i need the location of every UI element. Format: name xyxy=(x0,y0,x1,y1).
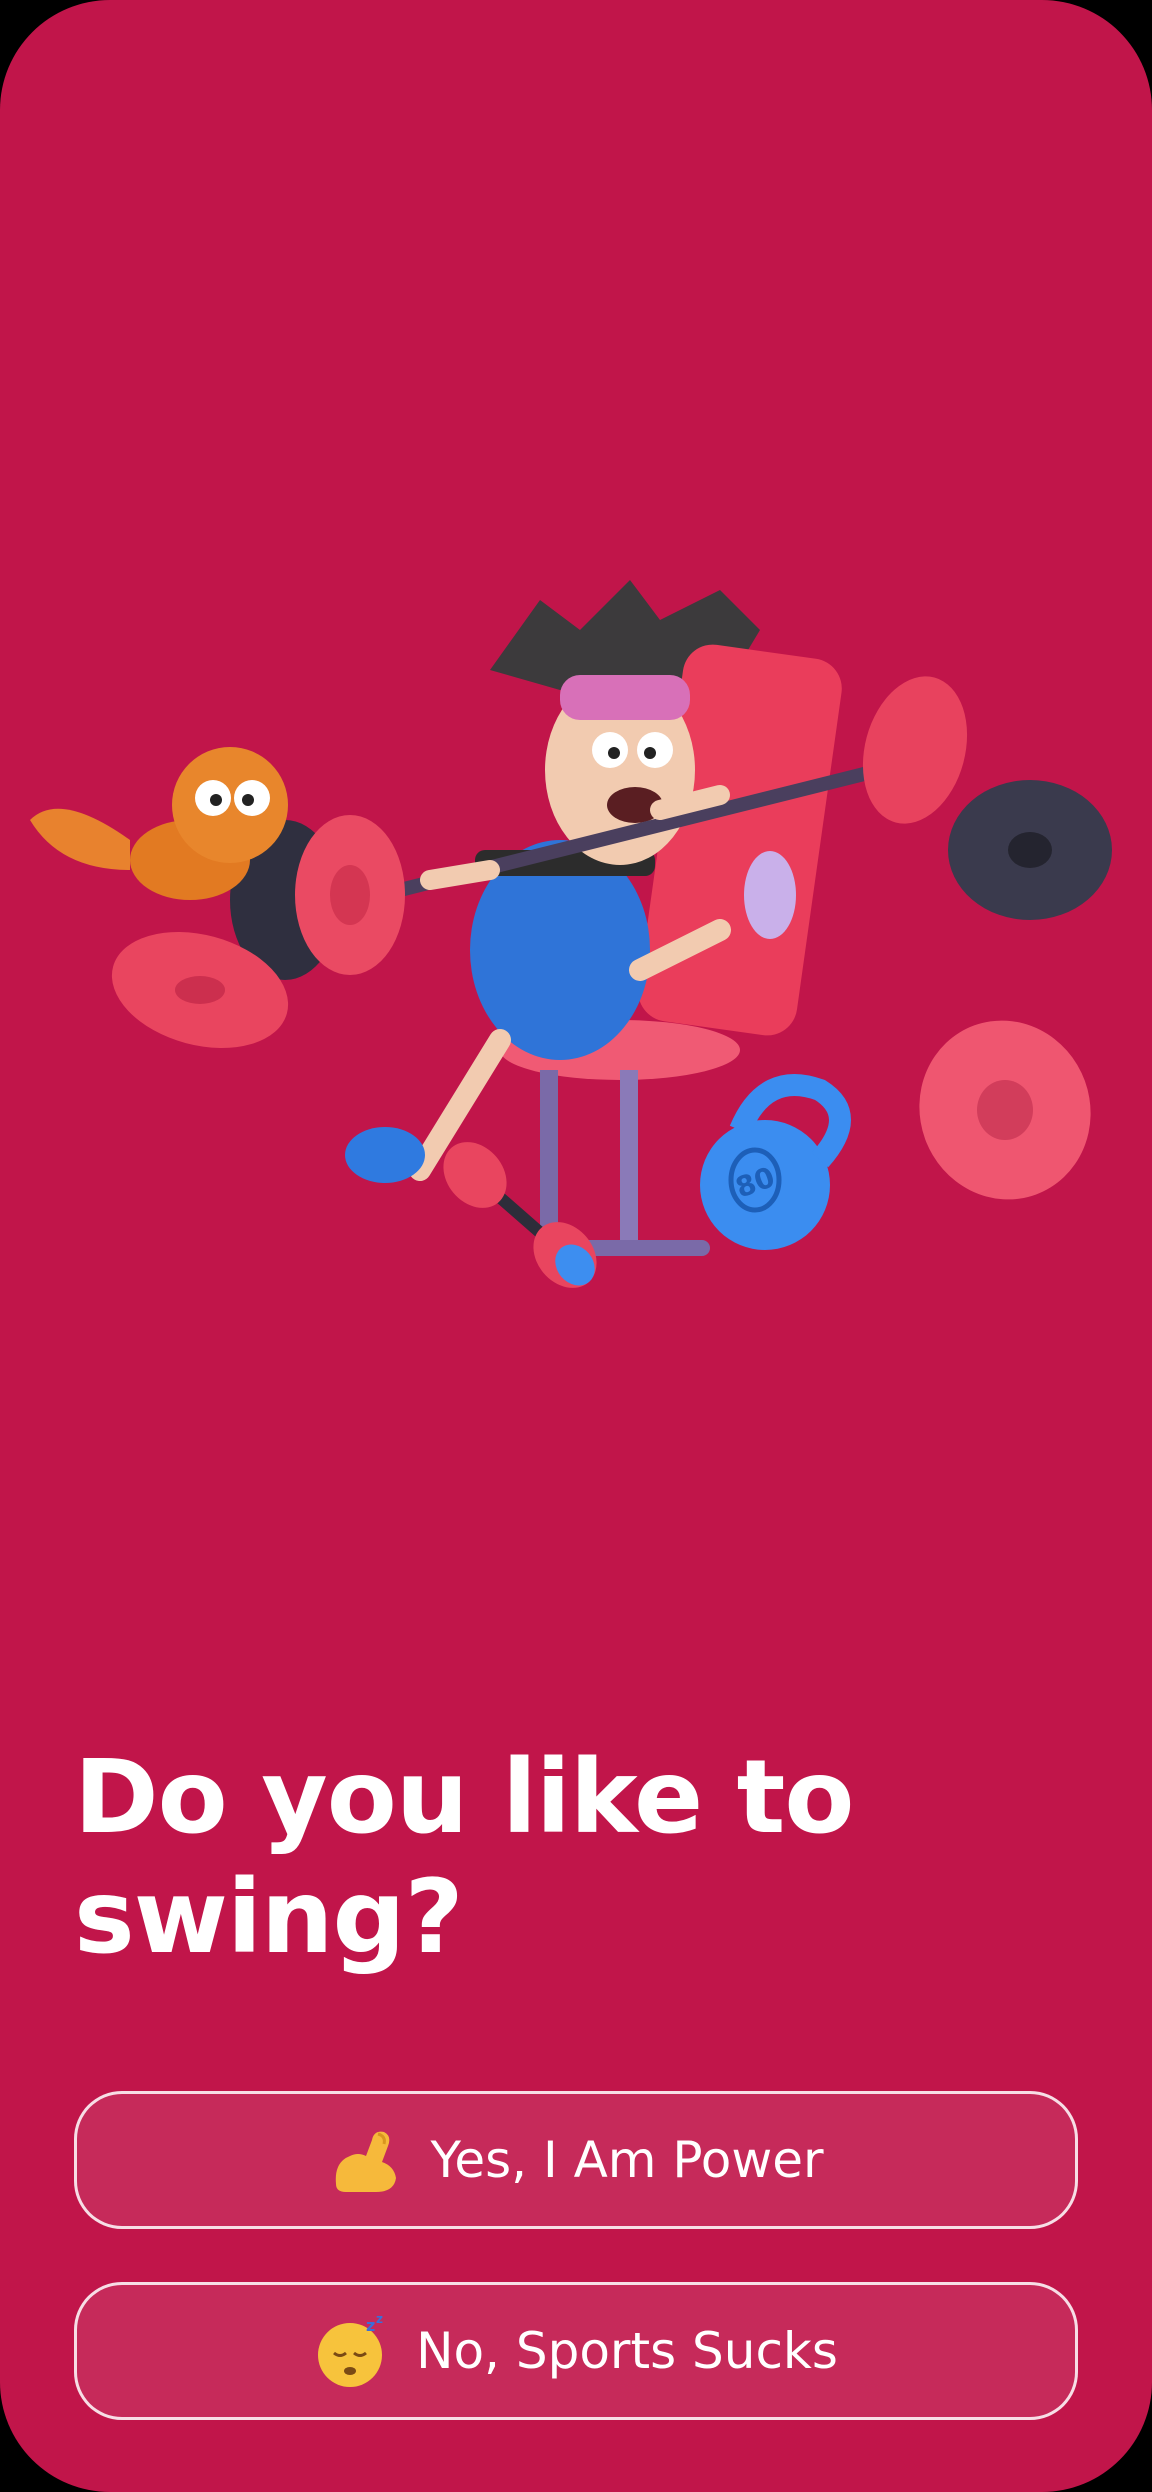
chair-leg xyxy=(620,1070,638,1250)
answer-yes-button[interactable]: Yes, I Am Power xyxy=(74,2091,1078,2229)
character-shoe xyxy=(345,1127,425,1183)
svg-text:z: z xyxy=(366,2316,375,2335)
character-shoe xyxy=(744,851,796,939)
svg-text:z: z xyxy=(376,2313,383,2326)
answer-no-button[interactable]: z z No, Sports Sucks xyxy=(74,2282,1078,2420)
weight-plate xyxy=(862,676,968,824)
cat-head xyxy=(172,747,288,863)
answer-no-label: No, Sports Sucks xyxy=(416,2322,838,2380)
answer-yes-label: Yes, I Am Power xyxy=(430,2131,824,2189)
weightlifter-illustration: 80 xyxy=(30,580,1112,1288)
character-headband xyxy=(560,675,690,720)
onboarding-screen: 80 Do you like to swing? Yes, I Am Power… xyxy=(0,0,1152,2492)
flexed-biceps-icon xyxy=(336,2131,397,2192)
cat-tail xyxy=(30,808,130,870)
question-title: Do you like to swing? xyxy=(74,1738,855,1977)
sleeping-face-icon: z z xyxy=(318,2313,383,2387)
